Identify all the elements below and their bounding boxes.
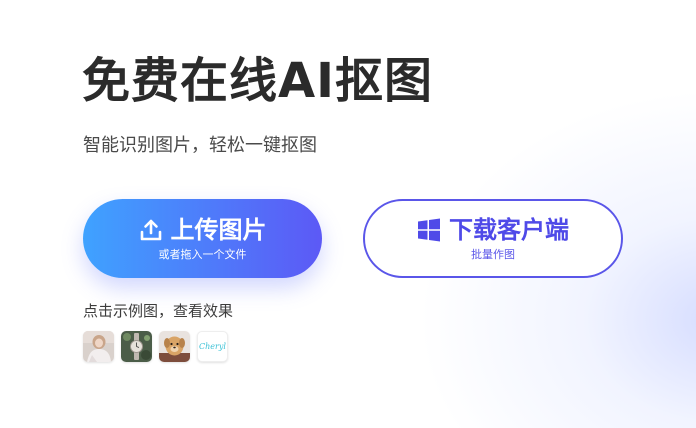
page-title: 免费在线AI抠图 (82, 53, 434, 109)
upload-image-button[interactable]: 上传图片 或者拖入一个文件 (83, 199, 322, 278)
example-dog-thumbnail[interactable] (159, 331, 190, 362)
upload-icon (139, 218, 163, 242)
download-button-sublabel: 批量作图 (471, 248, 515, 261)
upload-button-label: 上传图片 (170, 216, 267, 244)
examples-label: 点击示例图，查看效果 (83, 302, 234, 320)
landing-hero: 免费在线AI抠图 智能识别图片，轻松一键抠图 上传图片 或者拖入一个文件 下载客… (0, 0, 696, 428)
upload-button-sublabel: 或者拖入一个文件 (158, 248, 247, 261)
download-button-label: 下载客户端 (449, 216, 569, 244)
example-text-logo-thumbnail[interactable]: Cheryl (197, 331, 228, 362)
windows-icon (417, 218, 441, 242)
example-woman-portrait-thumbnail[interactable] (83, 331, 114, 362)
example-text-logo-word: Cheryl (199, 342, 226, 351)
example-thumbnails: Cheryl (83, 331, 228, 362)
page-subtitle: 智能识别图片，轻松一键抠图 (83, 135, 317, 156)
example-watch-thumbnail[interactable] (121, 331, 152, 362)
download-client-button[interactable]: 下载客户端 批量作图 (363, 199, 623, 278)
